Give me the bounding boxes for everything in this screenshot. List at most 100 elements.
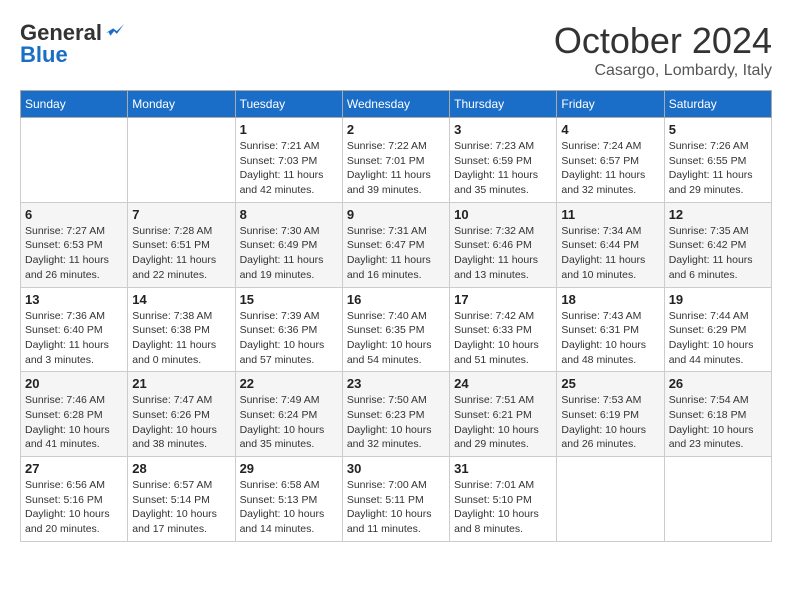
- calendar-cell: [557, 457, 664, 542]
- page-header: General Blue October 2024 Casargo, Lomba…: [20, 20, 772, 80]
- calendar-cell: 9 Sunrise: 7:31 AM Sunset: 6:47 PM Daylig…: [342, 202, 449, 287]
- calendar-cell: 1Sunrise: 7:21 AM Sunset: 7:03 PM Daylig…: [235, 118, 342, 203]
- day-info: Sunrise: 6:56 AM Sunset: 5:16 PM Dayligh…: [25, 478, 123, 537]
- calendar-cell: 5Sunrise: 7:26 AM Sunset: 6:55 PM Daylig…: [664, 118, 771, 203]
- day-number: 2: [347, 122, 445, 137]
- calendar-cell: 24 Sunrise: 7:51 AM Sunset: 6:21 PM Dayli…: [450, 372, 557, 457]
- weekday-header: Thursday: [450, 91, 557, 118]
- day-info: Sunrise: 7:40 AM Sunset: 6:35 PM Dayligh…: [347, 309, 445, 368]
- day-number: 26: [669, 376, 767, 391]
- day-info: Sunrise: 7:22 AM Sunset: 7:01 PM Dayligh…: [347, 139, 445, 198]
- calendar-cell: 2 Sunrise: 7:22 AM Sunset: 7:01 PM Daylig…: [342, 118, 449, 203]
- day-info: Sunrise: 7:36 AM Sunset: 6:40 PM Dayligh…: [25, 309, 123, 368]
- day-info: Sunrise: 7:35 AM Sunset: 6:42 PM Dayligh…: [669, 224, 767, 283]
- day-number: 3: [454, 122, 552, 137]
- weekday-header: Friday: [557, 91, 664, 118]
- calendar-cell: [664, 457, 771, 542]
- day-info: Sunrise: 7:43 AM Sunset: 6:31 PM Dayligh…: [561, 309, 659, 368]
- calendar-cell: 12 Sunrise: 7:35 AM Sunset: 6:42 PM Dayli…: [664, 202, 771, 287]
- day-number: 6: [25, 207, 123, 222]
- day-info: Sunrise: 7:30 AM Sunset: 6:49 PM Dayligh…: [240, 224, 338, 283]
- calendar-cell: 13 Sunrise: 7:36 AM Sunset: 6:40 PM Dayli…: [21, 287, 128, 372]
- day-info: Sunrise: 7:39 AM Sunset: 6:36 PM Dayligh…: [240, 309, 338, 368]
- day-info: Sunrise: 7:00 AM Sunset: 5:11 PM Dayligh…: [347, 478, 445, 537]
- day-number: 9: [347, 207, 445, 222]
- day-number: 25: [561, 376, 659, 391]
- calendar-cell: 19 Sunrise: 7:44 AM Sunset: 6:29 PM Dayli…: [664, 287, 771, 372]
- calendar-cell: 22Sunrise: 7:49 AM Sunset: 6:24 PM Dayli…: [235, 372, 342, 457]
- logo-bird-icon: [104, 22, 126, 44]
- day-number: 13: [25, 292, 123, 307]
- calendar-cell: 18 Sunrise: 7:43 AM Sunset: 6:31 PM Dayli…: [557, 287, 664, 372]
- day-number: 21: [132, 376, 230, 391]
- day-info: Sunrise: 7:53 AM Sunset: 6:19 PM Dayligh…: [561, 393, 659, 452]
- day-number: 7: [132, 207, 230, 222]
- logo: General Blue: [20, 20, 126, 68]
- day-info: Sunrise: 7:32 AM Sunset: 6:46 PM Dayligh…: [454, 224, 552, 283]
- weekday-header: Monday: [128, 91, 235, 118]
- day-info: Sunrise: 7:31 AM Sunset: 6:47 PM Dayligh…: [347, 224, 445, 283]
- calendar-cell: 4 Sunrise: 7:24 AM Sunset: 6:57 PM Daylig…: [557, 118, 664, 203]
- day-info: Sunrise: 7:44 AM Sunset: 6:29 PM Dayligh…: [669, 309, 767, 368]
- day-number: 18: [561, 292, 659, 307]
- day-info: Sunrise: 6:57 AM Sunset: 5:14 PM Dayligh…: [132, 478, 230, 537]
- day-number: 19: [669, 292, 767, 307]
- calendar-cell: 21 Sunrise: 7:47 AM Sunset: 6:26 PM Dayli…: [128, 372, 235, 457]
- calendar-week-row: 20 Sunrise: 7:46 AM Sunset: 6:28 PM Dayli…: [21, 372, 772, 457]
- logo-blue-text: Blue: [20, 42, 68, 68]
- title-area: October 2024 Casargo, Lombardy, Italy: [554, 20, 772, 80]
- month-title: October 2024: [554, 20, 772, 62]
- day-info: Sunrise: 7:54 AM Sunset: 6:18 PM Dayligh…: [669, 393, 767, 452]
- calendar-cell: 10 Sunrise: 7:32 AM Sunset: 6:46 PM Dayli…: [450, 202, 557, 287]
- calendar-cell: 23Sunrise: 7:50 AM Sunset: 6:23 PM Dayli…: [342, 372, 449, 457]
- calendar-cell: 20 Sunrise: 7:46 AM Sunset: 6:28 PM Dayli…: [21, 372, 128, 457]
- calendar-cell: 27 Sunrise: 6:56 AM Sunset: 5:16 PM Dayli…: [21, 457, 128, 542]
- calendar-cell: 29Sunrise: 6:58 AM Sunset: 5:13 PM Dayli…: [235, 457, 342, 542]
- calendar-cell: 25 Sunrise: 7:53 AM Sunset: 6:19 PM Dayli…: [557, 372, 664, 457]
- day-number: 17: [454, 292, 552, 307]
- day-number: 10: [454, 207, 552, 222]
- day-number: 29: [240, 461, 338, 476]
- calendar-cell: 11 Sunrise: 7:34 AM Sunset: 6:44 PM Dayli…: [557, 202, 664, 287]
- calendar-cell: [128, 118, 235, 203]
- day-info: Sunrise: 7:47 AM Sunset: 6:26 PM Dayligh…: [132, 393, 230, 452]
- calendar-week-row: 6 Sunrise: 7:27 AM Sunset: 6:53 PM Daylig…: [21, 202, 772, 287]
- day-number: 12: [669, 207, 767, 222]
- calendar-cell: 15Sunrise: 7:39 AM Sunset: 6:36 PM Dayli…: [235, 287, 342, 372]
- day-info: Sunrise: 7:50 AM Sunset: 6:23 PM Dayligh…: [347, 393, 445, 452]
- day-info: Sunrise: 7:49 AM Sunset: 6:24 PM Dayligh…: [240, 393, 338, 452]
- calendar-cell: 28Sunrise: 6:57 AM Sunset: 5:14 PM Dayli…: [128, 457, 235, 542]
- calendar-cell: 7 Sunrise: 7:28 AM Sunset: 6:51 PM Daylig…: [128, 202, 235, 287]
- day-number: 5: [669, 122, 767, 137]
- day-info: Sunrise: 7:51 AM Sunset: 6:21 PM Dayligh…: [454, 393, 552, 452]
- weekday-header: Tuesday: [235, 91, 342, 118]
- calendar-cell: 31Sunrise: 7:01 AM Sunset: 5:10 PM Dayli…: [450, 457, 557, 542]
- day-number: 24: [454, 376, 552, 391]
- location-text: Casargo, Lombardy, Italy: [554, 62, 772, 80]
- weekday-header: Sunday: [21, 91, 128, 118]
- day-info: Sunrise: 7:23 AM Sunset: 6:59 PM Dayligh…: [454, 139, 552, 198]
- day-number: 20: [25, 376, 123, 391]
- day-info: Sunrise: 7:28 AM Sunset: 6:51 PM Dayligh…: [132, 224, 230, 283]
- day-info: Sunrise: 7:27 AM Sunset: 6:53 PM Dayligh…: [25, 224, 123, 283]
- day-info: Sunrise: 7:42 AM Sunset: 6:33 PM Dayligh…: [454, 309, 552, 368]
- weekday-header: Saturday: [664, 91, 771, 118]
- calendar-cell: 16Sunrise: 7:40 AM Sunset: 6:35 PM Dayli…: [342, 287, 449, 372]
- day-number: 27: [25, 461, 123, 476]
- calendar-week-row: 1Sunrise: 7:21 AM Sunset: 7:03 PM Daylig…: [21, 118, 772, 203]
- calendar-cell: 14Sunrise: 7:38 AM Sunset: 6:38 PM Dayli…: [128, 287, 235, 372]
- weekday-header: Wednesday: [342, 91, 449, 118]
- calendar-header-row: SundayMondayTuesdayWednesdayThursdayFrid…: [21, 91, 772, 118]
- day-number: 11: [561, 207, 659, 222]
- day-info: Sunrise: 7:21 AM Sunset: 7:03 PM Dayligh…: [240, 139, 338, 198]
- day-number: 31: [454, 461, 552, 476]
- day-info: Sunrise: 7:24 AM Sunset: 6:57 PM Dayligh…: [561, 139, 659, 198]
- calendar-table: SundayMondayTuesdayWednesdayThursdayFrid…: [20, 90, 772, 542]
- day-number: 4: [561, 122, 659, 137]
- day-info: Sunrise: 7:34 AM Sunset: 6:44 PM Dayligh…: [561, 224, 659, 283]
- calendar-cell: 3 Sunrise: 7:23 AM Sunset: 6:59 PM Daylig…: [450, 118, 557, 203]
- calendar-cell: 6 Sunrise: 7:27 AM Sunset: 6:53 PM Daylig…: [21, 202, 128, 287]
- calendar-cell: 17 Sunrise: 7:42 AM Sunset: 6:33 PM Dayli…: [450, 287, 557, 372]
- day-info: Sunrise: 7:46 AM Sunset: 6:28 PM Dayligh…: [25, 393, 123, 452]
- day-number: 8: [240, 207, 338, 222]
